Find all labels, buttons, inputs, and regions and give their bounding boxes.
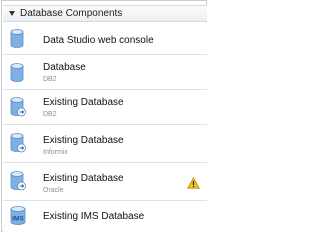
list-item-database[interactable]: Database DB2 [3, 55, 207, 90]
list-item-existing-informix[interactable]: Existing Database Informix [3, 125, 207, 163]
list-item-web-console[interactable]: Data Studio web console [3, 23, 207, 55]
item-subtitle: Oracle [43, 187, 64, 194]
list-item-existing-ims[interactable]: IMS Existing IMS Database [3, 201, 207, 232]
list-item-existing-oracle[interactable]: Existing Database Oracle [3, 163, 207, 201]
item-name: Data Studio web console [43, 35, 154, 46]
section-title: Database Components [20, 8, 123, 19]
list-item-existing-db2[interactable]: Existing Database DB2 [3, 90, 207, 125]
database-link-icon [10, 171, 26, 196]
collapse-triangle-icon[interactable] [9, 11, 15, 16]
section-header[interactable]: Database Components [3, 5, 207, 22]
database-link-icon [10, 97, 26, 122]
item-subtitle: DB2 [43, 76, 57, 83]
item-subtitle: Informix [43, 149, 68, 156]
item-name: Existing Database [43, 97, 124, 108]
ims-icon-label: IMS [12, 216, 24, 223]
cylinder-icon [10, 29, 24, 53]
item-name: Existing Database [43, 173, 124, 184]
database-link-icon [10, 133, 26, 158]
ims-database-icon: IMS [10, 206, 26, 231]
item-name: Database [43, 62, 86, 73]
item-subtitle: DB2 [43, 111, 57, 118]
cylinder-icon [10, 63, 24, 87]
warning-icon[interactable] [187, 176, 200, 194]
item-name: Existing Database [43, 135, 124, 146]
components-panel: Database Components Data Studio web cons… [1, 0, 207, 232]
item-name: Existing IMS Database [43, 211, 145, 222]
